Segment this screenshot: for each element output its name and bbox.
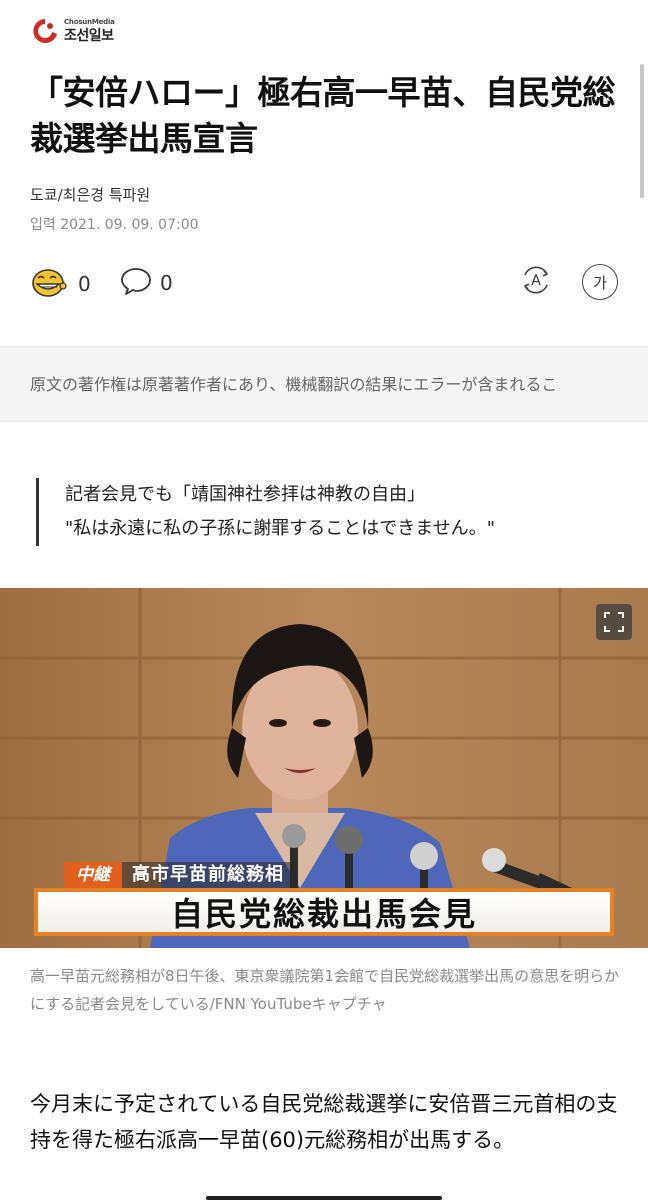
tv-banner: 自民党総裁出馬会見 xyxy=(34,888,614,936)
read-aloud-icon: A xyxy=(518,262,554,302)
brand-sub-label: ChosunMedia xyxy=(64,18,115,26)
comment-button[interactable]: 0 xyxy=(120,266,173,300)
translation-notice-text: 原文の著作権は原著著作者にあり、機械翻訳の結果にエラーが含まれるこ xyxy=(30,375,558,394)
article-headline: 「安倍ハロー」極右高一早苗、自民党総裁選挙出馬宣言 xyxy=(30,73,616,158)
comment-count: 0 xyxy=(160,271,173,295)
read-aloud-label: A xyxy=(531,273,541,289)
brand-logo[interactable]: ChosunMedia 조선일보 xyxy=(30,14,115,48)
emoji-reaction-button[interactable]: 0 xyxy=(30,266,91,302)
article-body-paragraph: 今月末に予定されている自民党総裁選挙に安倍晋三元首相の支持を得た極右派高一早苗(… xyxy=(30,1092,618,1152)
pull-quote-line: 記者会見でも「靖国神社参拝は神教の自由」 xyxy=(65,484,425,505)
translation-notice: 原文の著作権は原著著作者にあり、機械翻訳の結果にエラーが含まれるこ xyxy=(0,346,648,422)
tv-live-tag: 中継 xyxy=(64,862,122,888)
fullscreen-icon xyxy=(604,612,624,632)
pull-quote-line: "私は永遠に私の子孫に謝罪することはできません。" xyxy=(65,518,496,539)
laughing-face-icon xyxy=(30,266,70,302)
chosun-logo-icon xyxy=(30,16,60,46)
tv-subtitle: 高市早苗前総務相 xyxy=(122,862,294,888)
photo-caption: 高一早苗元総務相が8日午後、東京衆議院第1会館で自民党総裁選挙出馬の意思を明らか… xyxy=(30,967,620,1013)
article-photo[interactable]: 中継 高市早苗前総務相 自民党総裁出馬会見 xyxy=(0,588,648,948)
pull-quote: 記者会見でも「靖国神社参拝は神教の自由」 "私は永遠に私の子孫に謝罪することはで… xyxy=(36,478,636,546)
tv-lower-third: 中継 高市早苗前総務相 xyxy=(64,862,294,888)
fullscreen-button[interactable] xyxy=(596,604,632,640)
article-byline: 도쿄/최은경 특파원 xyxy=(30,186,151,204)
article-actions: 0 0 A 가 xyxy=(30,262,620,306)
scrollbar[interactable] xyxy=(640,64,644,198)
speech-bubble-icon xyxy=(120,266,152,300)
font-size-icon: 가 xyxy=(593,273,607,292)
brand-name-label: 조선일보 xyxy=(64,28,114,44)
article-dateline: 입력 2021. 09. 09. 07:00 xyxy=(30,217,199,233)
emoji-reaction-count: 0 xyxy=(78,272,91,296)
font-size-button[interactable]: 가 xyxy=(582,264,618,300)
read-aloud-button[interactable]: A xyxy=(518,264,554,300)
home-indicator[interactable] xyxy=(206,1196,442,1200)
